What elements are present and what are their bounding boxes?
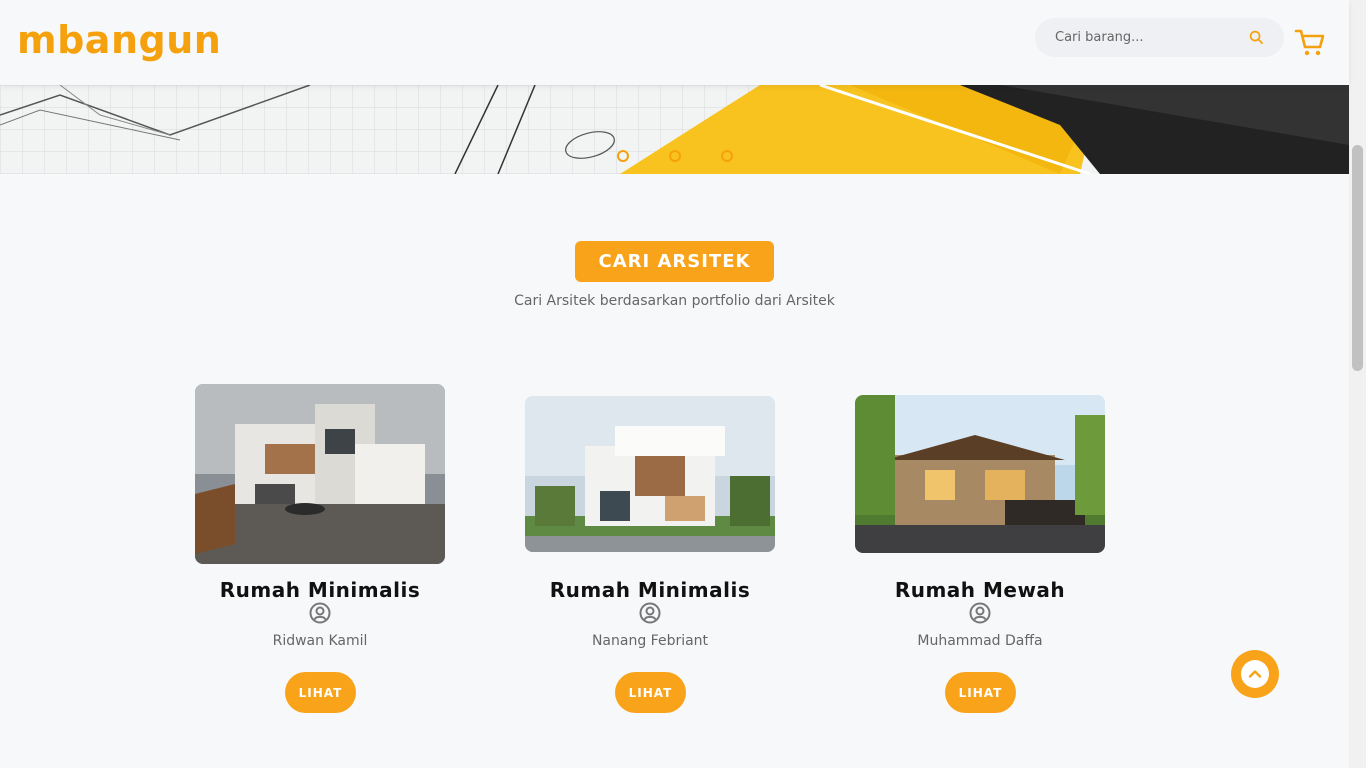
- chevron-up-icon: [1248, 670, 1262, 678]
- carousel-indicators: [617, 150, 733, 162]
- view-button[interactable]: LIHAT: [615, 672, 686, 713]
- card-title: Rumah Minimalis: [219, 578, 421, 602]
- card-author: Ridwan Kamil: [272, 633, 368, 649]
- portfolio-image[interactable]: [855, 395, 1105, 553]
- card-author: Nanang Febriant: [591, 633, 709, 649]
- section-title: CARI ARSITEK: [575, 241, 774, 282]
- user-icon: [309, 602, 331, 624]
- scroll-top-button[interactable]: [1231, 650, 1279, 698]
- page-scrollbar[interactable]: [1349, 0, 1366, 768]
- site-header: mbangun: [0, 0, 1349, 85]
- search-bar: [1035, 18, 1284, 57]
- view-button[interactable]: LIHAT: [285, 672, 356, 713]
- view-button[interactable]: LIHAT: [945, 672, 1016, 713]
- portfolio-image[interactable]: [525, 396, 775, 552]
- search-input[interactable]: [1035, 18, 1235, 57]
- user-icon: [969, 602, 991, 624]
- portfolio-image[interactable]: [195, 384, 445, 564]
- carousel-dot-3[interactable]: [721, 150, 733, 162]
- card-title: Rumah Mewah: [894, 578, 1066, 602]
- cart-icon[interactable]: [1294, 26, 1326, 58]
- search-icon[interactable]: [1249, 30, 1264, 45]
- scroll-top-inner: [1241, 660, 1269, 688]
- brand-logo[interactable]: mbangun: [17, 14, 221, 66]
- card-author: Muhammad Daffa: [917, 633, 1043, 649]
- section-subtitle: Cari Arsitek berdasarkan portfolio dari …: [514, 293, 835, 309]
- scrollbar-thumb[interactable]: [1352, 145, 1363, 371]
- carousel-dot-2[interactable]: [669, 150, 681, 162]
- carousel-dot-1[interactable]: [617, 150, 629, 162]
- card-title: Rumah Minimalis: [549, 578, 751, 602]
- user-icon: [639, 602, 661, 624]
